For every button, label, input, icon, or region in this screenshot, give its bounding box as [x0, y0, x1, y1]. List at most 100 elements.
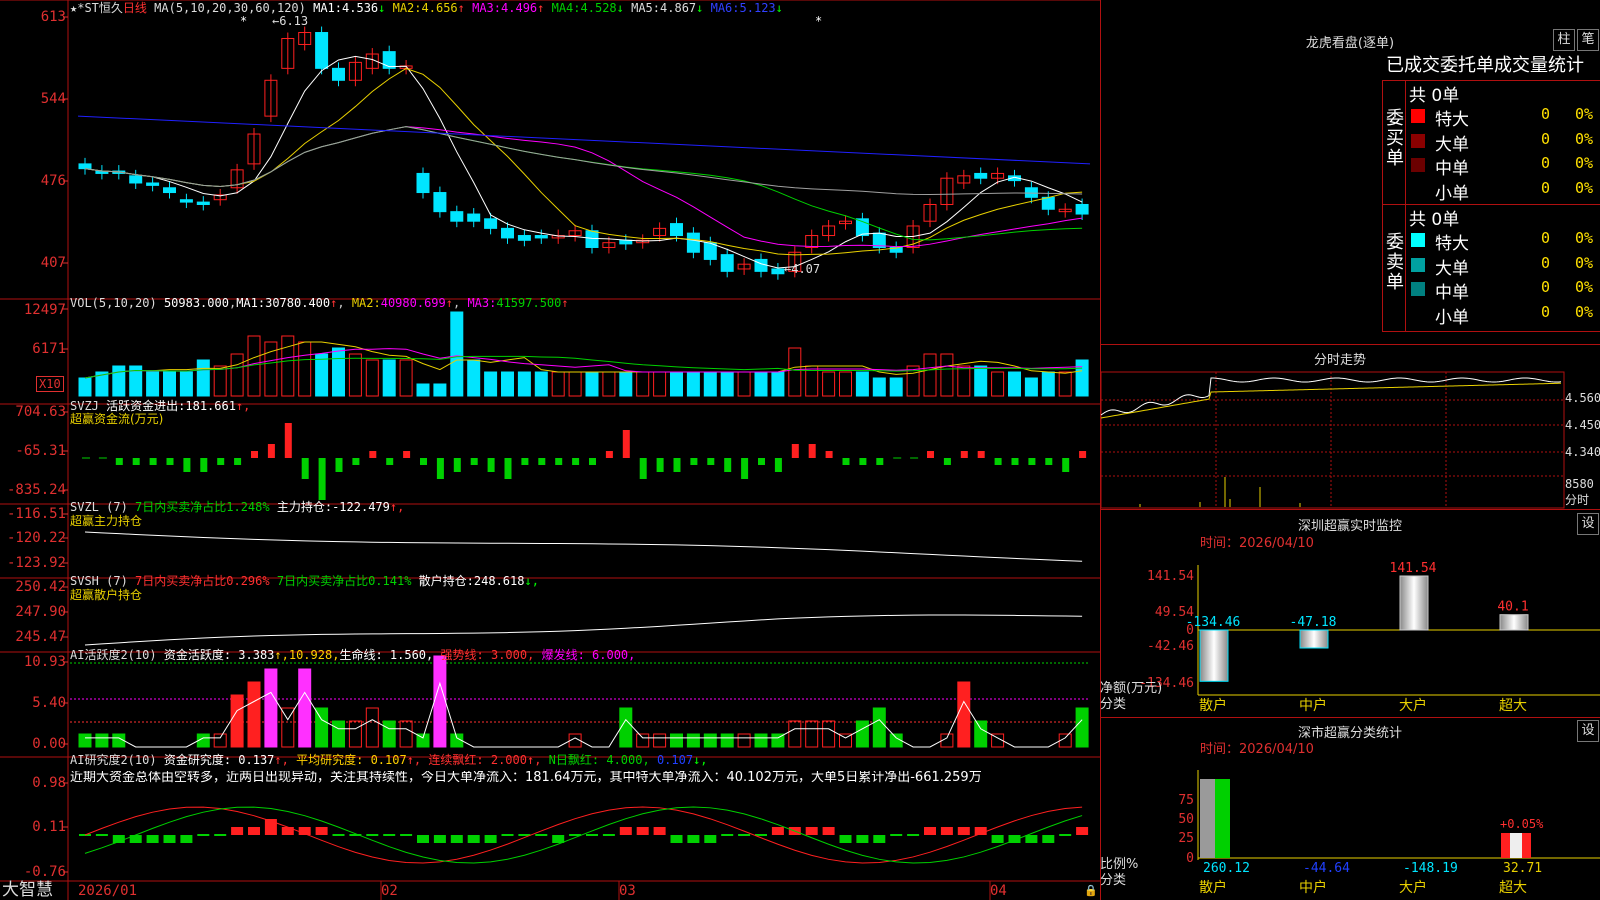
volume-bar	[703, 371, 717, 397]
flow-bar	[487, 458, 495, 472]
classify-category: 大户	[1399, 879, 1427, 896]
order-row: 小单 0 0%	[1409, 302, 1599, 328]
candle-body	[315, 32, 329, 69]
color-swatch	[1411, 233, 1425, 247]
svsh-ytick: 250.42	[15, 579, 66, 595]
classify-settings-button[interactable]: 设	[1577, 720, 1599, 742]
ma-params: MA(5,10,20,30,60,120)	[154, 1, 306, 15]
classify-ytick: 0	[1186, 851, 1194, 866]
order-size-label: 中单	[1435, 159, 1469, 179]
color-swatch	[1411, 257, 1425, 272]
svzl-ytick: -120.22	[6, 530, 66, 546]
svzj-header: SVZJ 活跃资金进出:181.661↑,	[70, 399, 251, 413]
order-percent: 0%	[1575, 302, 1594, 321]
classify-ytick: 25	[1178, 831, 1194, 846]
volume-bar	[822, 371, 836, 397]
ma6-item: MA6:5.123↓	[710, 1, 783, 15]
tick-mode-button[interactable]: 笔	[1577, 29, 1599, 51]
flow-bar	[318, 458, 326, 500]
volume-bar	[78, 377, 92, 397]
monitor-category: 散户	[1199, 697, 1227, 714]
monitor-bar	[1399, 575, 1429, 631]
main-header: ★*ST恒久日线 MA(5,10,20,30,60,120) MA1:4.536…	[70, 1, 783, 15]
vol-ytick: 12497	[23, 302, 66, 318]
flow-bar	[774, 458, 782, 472]
right-panel-divider	[1100, 0, 1101, 900]
volume-bar	[788, 347, 802, 397]
order-row: 小单 0 0%	[1409, 179, 1599, 204]
classify-category: 散户	[1199, 879, 1227, 896]
flow-bar	[200, 458, 208, 472]
flow-bar	[656, 458, 664, 472]
sell-side-label: 委卖单	[1386, 232, 1404, 293]
classify-value: 260.12	[1203, 861, 1250, 876]
color-swatch	[1411, 282, 1425, 296]
candle-body	[1041, 196, 1055, 210]
monitor-bar-label: 40.1	[1497, 600, 1528, 615]
activity-bar	[365, 707, 379, 748]
divider	[1100, 344, 1600, 345]
volume-bar	[450, 311, 464, 397]
main-ytick: 407	[40, 255, 66, 271]
volume-bar	[855, 371, 869, 397]
svzj-ytick: 704.63	[15, 404, 66, 420]
intraday-ytick: 4.340	[1565, 445, 1600, 459]
volume-bar	[889, 377, 903, 397]
candle-body	[534, 235, 548, 239]
flow-bar	[842, 458, 850, 465]
buy-count: 共 0单	[1409, 86, 1460, 106]
lock-icon[interactable]: 🔒	[1084, 884, 1098, 898]
candle-body	[196, 201, 210, 205]
period-label[interactable]: 日线	[123, 1, 147, 15]
candle-body	[754, 258, 768, 272]
order-row: 特大 0 0%	[1409, 105, 1599, 130]
research-bar	[991, 835, 1004, 843]
main-ytick: 544	[40, 91, 66, 107]
research-bar	[839, 835, 852, 843]
order-count: 0	[1541, 278, 1551, 296]
flow-bar	[521, 458, 529, 465]
research-bar	[417, 835, 429, 843]
volume-bar	[382, 359, 396, 397]
activity-bar	[788, 720, 802, 748]
monitor-settings-button[interactable]: 设	[1577, 513, 1599, 535]
flow-bar	[436, 458, 444, 479]
ma3-item: MA3:4.496↑	[472, 1, 545, 15]
activity-bar	[703, 733, 717, 748]
order-count: 0	[1541, 229, 1551, 247]
stock-name[interactable]: ★*ST恒久	[70, 1, 123, 15]
monitor-bar-label: 141.54	[1390, 561, 1437, 576]
order-size-label: 小单	[1435, 183, 1469, 204]
activity-bar	[332, 720, 345, 748]
order-count: 0	[1541, 154, 1551, 172]
volume-bar	[957, 365, 971, 397]
volume-bar	[501, 371, 514, 397]
monitor-bar	[1199, 629, 1229, 682]
volume-bar	[585, 371, 599, 397]
research-bar	[163, 835, 176, 843]
bar-mode-button[interactable]: 柱	[1553, 29, 1575, 51]
ma4-item: MA4:4.528↓	[551, 1, 624, 15]
vol-header: VOL(5,10,20) 50983.000,MA1:30780.400↑, M…	[70, 296, 569, 310]
research-bar	[248, 827, 260, 835]
classify-value: -148.19	[1403, 861, 1458, 876]
volume-bar	[653, 371, 667, 397]
volume-bar	[670, 371, 683, 397]
research-bar	[180, 835, 193, 843]
svsh-header: SVSH (7) 7日内买卖净占比0.296% 7日内买卖净占比0.141% 散…	[70, 574, 539, 588]
monitor-category: 超大	[1499, 698, 1527, 714]
candle-body	[163, 187, 176, 194]
flow-bar	[284, 423, 292, 458]
brand-logo[interactable]: 大智慧	[2, 881, 53, 899]
ai3-ytick: 0.11	[32, 819, 66, 835]
order-count: 0	[1541, 129, 1551, 148]
classify-note: +0.05%	[1500, 817, 1544, 831]
monitor-bar-label: -47.18	[1290, 615, 1337, 630]
research-bar	[484, 835, 497, 843]
activity-bar	[619, 707, 633, 748]
flow-bar	[538, 458, 546, 465]
vol-ytick: 6171	[32, 341, 66, 357]
vol-unit-badge[interactable]: X10	[36, 376, 64, 392]
volume-bar	[1024, 377, 1038, 397]
star-marker: *	[240, 14, 248, 28]
